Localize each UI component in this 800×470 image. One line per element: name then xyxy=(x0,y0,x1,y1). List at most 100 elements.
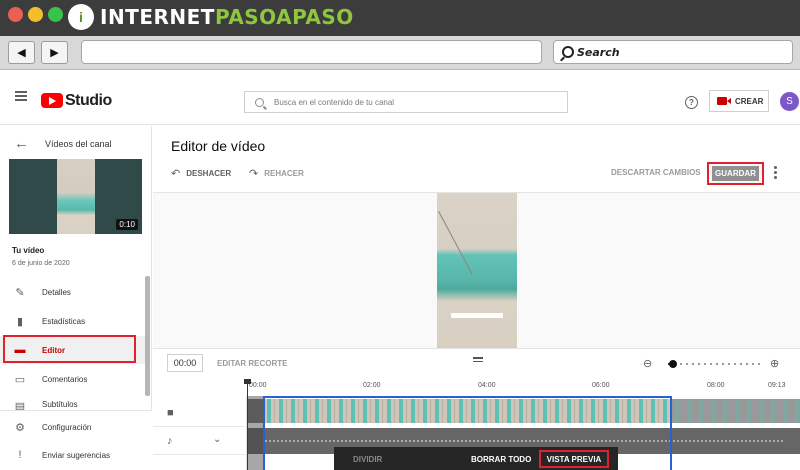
browser-back-button[interactable]: ◀ xyxy=(8,41,35,64)
discard-changes-button[interactable]: DESCARTAR CAMBIOS xyxy=(611,168,701,177)
trim-handle-right[interactable] xyxy=(670,396,672,470)
browser-title-bar: i INTERNETPASOAPASO xyxy=(0,0,800,36)
video-date: 6 de junio de 2020 xyxy=(12,260,70,267)
audio-track-header[interactable]: ♪ ⌄ xyxy=(153,427,247,455)
undo-label: DESHACER xyxy=(186,169,232,178)
sidebar-item-comments[interactable]: ▭ Comentarios xyxy=(0,365,145,393)
zoom-slider-knob[interactable] xyxy=(668,360,677,368)
redo-label: REHACER xyxy=(264,169,304,178)
sidebar-item-label: Comentarios xyxy=(42,374,88,384)
music-note-icon: ♪ xyxy=(167,435,173,447)
edit-trim-button[interactable]: EDITAR RECORTE xyxy=(217,359,288,368)
menu-icon[interactable] xyxy=(15,91,27,101)
save-button-label: GUARDAR xyxy=(712,166,759,181)
search-icon xyxy=(255,97,264,107)
ruler-tick: 08:00 xyxy=(707,382,725,389)
address-bar[interactable] xyxy=(81,40,542,64)
video-camera-icon xyxy=(717,97,731,105)
browser-toolbar: ◀ ▶ Search xyxy=(0,36,800,70)
clear-all-button[interactable]: BORRAR TODO xyxy=(471,455,531,464)
current-time-field[interactable]: 00:00 xyxy=(167,354,203,372)
undo-button[interactable]: ↶ DESHACER xyxy=(171,167,231,180)
sidebar-item-settings[interactable]: ⚙ Configuración xyxy=(0,413,145,441)
sidebar-item-subtitles[interactable]: ▤ Subtítulos xyxy=(0,392,145,410)
help-icon[interactable]: ? xyxy=(685,96,698,109)
thumbnail-frame xyxy=(57,159,95,234)
back-arrow-icon: ◀ xyxy=(17,47,26,59)
playhead[interactable] xyxy=(244,379,251,470)
redo-icon: ↷ xyxy=(249,168,259,180)
save-button[interactable]: GUARDAR xyxy=(707,162,764,185)
timeline-ruler[interactable]: 00:00 02:00 04:00 06:00 08:00 09:13 xyxy=(247,378,800,396)
browser-forward-button[interactable]: ▶ xyxy=(41,41,68,64)
more-options-icon[interactable] xyxy=(774,166,777,181)
trim-action-bar: DIVIDIR BORRAR TODO VISTA PREVIA xyxy=(334,447,618,470)
studio-header: Studio Busca en el contenido de tu canal… xyxy=(0,71,800,125)
trimmed-region-start xyxy=(247,396,263,470)
sidebar-footer: ⚙ Configuración ! Enviar sugerencias xyxy=(0,410,152,470)
create-button[interactable]: CREAR xyxy=(709,90,769,112)
video-title: Tu vídeo xyxy=(12,246,45,255)
video-preview-area xyxy=(153,193,800,348)
video-track-header: ■ xyxy=(153,399,247,427)
sidebar-item-label: Estadísticas xyxy=(42,316,86,326)
editor-header: Editor de vídeo ↶ DESHACER ↷ REHACER DES… xyxy=(153,126,800,193)
ruler-tick: 00:00 xyxy=(249,382,267,389)
brand-text-primary: INTERNET xyxy=(100,5,215,29)
track-headers: ■ ♪ ⌄ xyxy=(153,396,247,470)
video-track[interactable] xyxy=(247,399,800,423)
youtube-logo-icon[interactable] xyxy=(41,93,63,108)
preview-button[interactable]: VISTA PREVIA xyxy=(539,450,609,468)
trimmed-region xyxy=(671,399,800,423)
sidebar-item-statistics[interactable]: ▮ Estadísticas xyxy=(0,307,145,335)
sidebar-item-feedback[interactable]: ! Enviar sugerencias xyxy=(0,441,145,469)
sidebar-item-label: Subtítulos xyxy=(42,400,78,409)
sidebar-divider xyxy=(0,410,152,411)
close-window-button[interactable] xyxy=(8,7,23,22)
minimize-window-button[interactable] xyxy=(28,7,43,22)
search-icon xyxy=(562,46,574,58)
site-brand-logo: i INTERNETPASOAPASO xyxy=(68,3,354,31)
sidebar-item-details[interactable]: ✎ Detalles xyxy=(0,278,145,306)
video-duration-badge: 0:10 xyxy=(116,219,138,230)
ruler-tick: 06:00 xyxy=(592,382,610,389)
maximize-window-button[interactable] xyxy=(48,7,63,22)
ruler-tick: 09:13 xyxy=(768,382,786,389)
ruler-tick: 04:00 xyxy=(478,382,496,389)
sidebar-item-label: Detalles xyxy=(42,287,71,297)
trim-selection-border xyxy=(263,396,672,398)
video-clip-strip[interactable] xyxy=(263,399,671,423)
brand-logo-icon: i xyxy=(68,4,94,30)
avatar[interactable]: S xyxy=(780,92,799,111)
zoom-slider[interactable] xyxy=(668,360,760,368)
sidebar-item-label: Enviar sugerencias xyxy=(42,450,111,460)
video-thumbnail[interactable]: 0:10 xyxy=(9,159,142,234)
chevron-down-icon[interactable]: ⌄ xyxy=(213,434,221,445)
create-button-label: CREAR xyxy=(735,96,764,106)
browser-search-placeholder: Search xyxy=(577,45,620,59)
browser-search-input[interactable]: Search xyxy=(553,40,793,64)
subtitles-icon: ▤ xyxy=(14,400,26,411)
redo-button[interactable]: ↷ REHACER xyxy=(249,167,304,180)
editor-highlight-box xyxy=(3,335,136,363)
resize-handle-icon[interactable] xyxy=(473,357,483,364)
brand-text-secondary: PASOAPASO xyxy=(214,5,354,29)
arrow-left-icon: ← xyxy=(14,135,29,152)
page-title: Editor de vídeo xyxy=(171,138,266,154)
pencil-icon: ✎ xyxy=(15,286,25,299)
feedback-icon: ! xyxy=(18,449,22,461)
studio-logo-text[interactable]: Studio xyxy=(65,92,112,110)
channel-search-input[interactable]: Busca en el contenido de tu canal xyxy=(244,91,568,113)
channel-search-placeholder: Busca en el contenido de tu canal xyxy=(274,97,395,107)
video-caption-overlay xyxy=(451,313,503,318)
video-preview-frame[interactable] xyxy=(437,193,517,348)
zoom-in-icon[interactable]: ⊕ xyxy=(770,357,779,370)
back-to-channel-videos[interactable]: ← Vídeos del canal xyxy=(14,136,112,151)
trim-handle-left[interactable] xyxy=(263,396,265,470)
timeline-toolbar: 00:00 EDITAR RECORTE ⊖ ⊕ xyxy=(153,348,800,378)
comment-icon: ▭ xyxy=(14,373,26,386)
sidebar-scrollbar[interactable] xyxy=(145,276,150,396)
split-button[interactable]: DIVIDIR xyxy=(353,455,382,464)
zoom-out-icon[interactable]: ⊖ xyxy=(643,357,652,370)
audio-waveform xyxy=(265,440,785,442)
